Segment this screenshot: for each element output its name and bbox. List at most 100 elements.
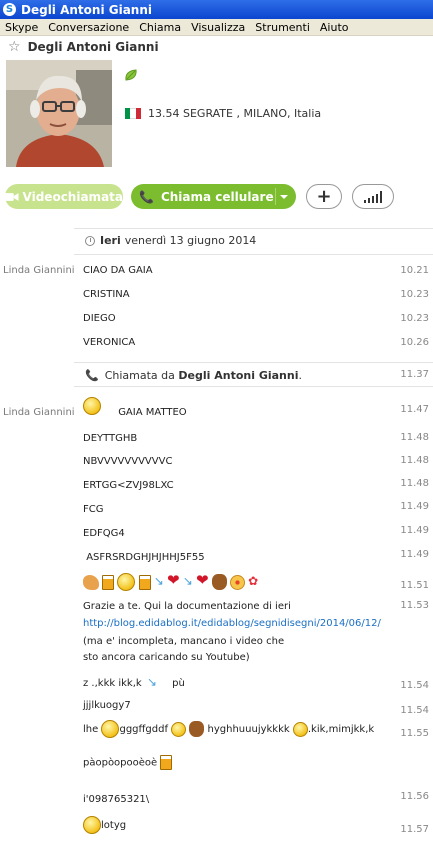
wink-smiley-icon bbox=[171, 721, 187, 737]
message-text: lhe gggffgddf hyghhuuujykkkk .kik,mimjkk… bbox=[83, 720, 374, 738]
beer-icon bbox=[138, 574, 151, 590]
message-content: GAIA MATTEO bbox=[118, 407, 187, 418]
message-time: 11.54 bbox=[400, 680, 429, 691]
message-content: lhe bbox=[83, 724, 99, 735]
clock-icon bbox=[85, 235, 95, 246]
favorite-star-icon[interactable]: ☆ bbox=[8, 40, 21, 54]
italy-flag-icon bbox=[125, 108, 141, 119]
call-prefix: Chiamata da bbox=[104, 369, 175, 382]
call-quality-button[interactable] bbox=[352, 184, 394, 209]
message-content: gggffgddf bbox=[119, 724, 168, 735]
call-suffix: . bbox=[298, 369, 302, 382]
message-content: .kik,mimjkk,k bbox=[307, 724, 375, 735]
call-event: 📞 Chiamata da Degli Antoni Gianni. bbox=[85, 369, 302, 382]
message-sender: Linda Giannini bbox=[3, 407, 75, 418]
beer-icon bbox=[102, 574, 115, 590]
message-text: CRISTINA bbox=[83, 289, 130, 300]
bear-icon bbox=[189, 721, 205, 737]
message-content: lotyg bbox=[101, 820, 127, 831]
message-content: hyghhuuujykkkk bbox=[207, 724, 290, 735]
message-text: (ma e' incompleta, mancano i video che bbox=[83, 636, 285, 647]
arrow-icon: ↘ bbox=[182, 574, 193, 588]
heart-icon: ❤ bbox=[196, 571, 209, 589]
contact-header: ☆ Degli Antoni Gianni bbox=[0, 37, 433, 57]
call-name: Degli Antoni Gianni bbox=[178, 369, 299, 382]
message-time: 11.56 bbox=[400, 791, 429, 802]
video-call-label: Videochiamata bbox=[22, 189, 123, 204]
message-time: 10.23 bbox=[400, 289, 429, 300]
message-content: z .,kkk ikk,k bbox=[83, 678, 142, 689]
surprised-smiley-icon bbox=[83, 397, 101, 415]
arrow-icon: ↘ bbox=[146, 675, 157, 689]
message-time: 11.57 bbox=[400, 824, 429, 835]
smiley-icon bbox=[83, 816, 101, 834]
add-button[interactable]: + bbox=[306, 184, 342, 209]
message-text: lotyg bbox=[83, 816, 126, 834]
message-text: DIEGO bbox=[83, 313, 116, 324]
message-time: 11.48 bbox=[400, 432, 429, 443]
menu-chiama[interactable]: Chiama bbox=[134, 21, 186, 34]
skype-logo-icon: S bbox=[3, 3, 16, 16]
call-divider bbox=[275, 188, 276, 205]
video-call-button[interactable]: Videochiamata bbox=[5, 184, 123, 209]
avatar[interactable] bbox=[6, 60, 112, 167]
message-time: 11.48 bbox=[400, 455, 429, 466]
beer-icon bbox=[160, 755, 173, 770]
menu-visualizza[interactable]: Visualizza bbox=[186, 21, 250, 34]
signal-bars-icon bbox=[364, 190, 382, 203]
message-content: pù bbox=[172, 678, 185, 689]
message-time: 11.53 bbox=[400, 600, 429, 611]
flower-icon: ✿ bbox=[248, 574, 259, 588]
menu-aiuto[interactable]: Aiuto bbox=[315, 21, 354, 34]
message-time: 11.37 bbox=[400, 369, 429, 380]
call-mobile-button[interactable]: 📞 Chiama cellulare bbox=[131, 184, 296, 209]
plus-icon: + bbox=[316, 186, 332, 207]
message-text: Grazie a te. Qui la documentazione di ie… bbox=[83, 601, 291, 612]
window-title: Degli Antoni Gianni bbox=[21, 2, 152, 17]
message-text: z .,kkk ikk,k ↘ pù bbox=[83, 675, 185, 689]
message-text: ASFRSRDGHJHJHHJ5F55 bbox=[83, 552, 204, 563]
message-time: 11.49 bbox=[400, 501, 429, 512]
date-separator: Ieri venerdì 13 giugno 2014 bbox=[85, 234, 256, 247]
message-text: DEYTTGHB bbox=[83, 433, 138, 444]
message-text: pàopòopooèoè bbox=[83, 755, 173, 770]
window-titlebar: S Degli Antoni Gianni bbox=[0, 0, 433, 19]
date-label: Ieri bbox=[100, 234, 121, 247]
message-time: 11.54 bbox=[400, 705, 429, 716]
chevron-down-icon[interactable] bbox=[280, 195, 288, 199]
smiley-icon bbox=[101, 720, 120, 738]
call-mobile-label: Chiama cellulare bbox=[160, 189, 274, 204]
message-text: i'098765321\ bbox=[83, 794, 150, 805]
menu-strumenti[interactable]: Strumenti bbox=[250, 21, 315, 34]
phone-icon: 📞 bbox=[85, 369, 99, 382]
conversation-divider bbox=[74, 228, 433, 229]
pizza-icon bbox=[229, 574, 245, 590]
emoticon-message: ↘ ❤ ↘ ❤ ✿ bbox=[83, 573, 258, 591]
menu-conversazione[interactable]: Conversazione bbox=[43, 21, 134, 34]
message-text: EDFQG4 bbox=[83, 528, 125, 539]
sun-smiley-icon bbox=[117, 573, 136, 591]
message-text: CIAO DA GAIA bbox=[83, 265, 153, 276]
avatar-photo bbox=[6, 60, 112, 167]
message-text: sto ancora caricando su Youtube) bbox=[83, 652, 250, 663]
documentation-link[interactable]: http://blog.edidablog.it/edidablog/segni… bbox=[83, 618, 381, 629]
menu-skype[interactable]: Skype bbox=[0, 21, 43, 34]
date-text: venerdì 13 giugno 2014 bbox=[124, 234, 257, 247]
video-camera-icon bbox=[5, 192, 19, 201]
message-time: 11.55 bbox=[400, 728, 429, 739]
heart-icon: ❤ bbox=[167, 571, 180, 589]
message-time: 11.49 bbox=[400, 525, 429, 536]
message-time: 11.48 bbox=[400, 478, 429, 489]
message-time: 10.26 bbox=[400, 337, 429, 348]
conversation-divider bbox=[74, 254, 433, 255]
contact-location: 13.54 SEGRATE , MILANO, Italia bbox=[148, 107, 322, 120]
message-time: 11.49 bbox=[400, 549, 429, 560]
contact-name: Degli Antoni Gianni bbox=[27, 40, 159, 54]
message-text: VERONICA bbox=[83, 337, 136, 348]
star-smiley-icon bbox=[292, 721, 308, 737]
message-time: 11.47 bbox=[400, 404, 429, 415]
message-time: 11.51 bbox=[400, 580, 429, 591]
message-sender: Linda Giannini bbox=[3, 265, 75, 276]
message-text: FCG bbox=[83, 504, 104, 515]
phone-icon: 📞 bbox=[139, 189, 154, 204]
